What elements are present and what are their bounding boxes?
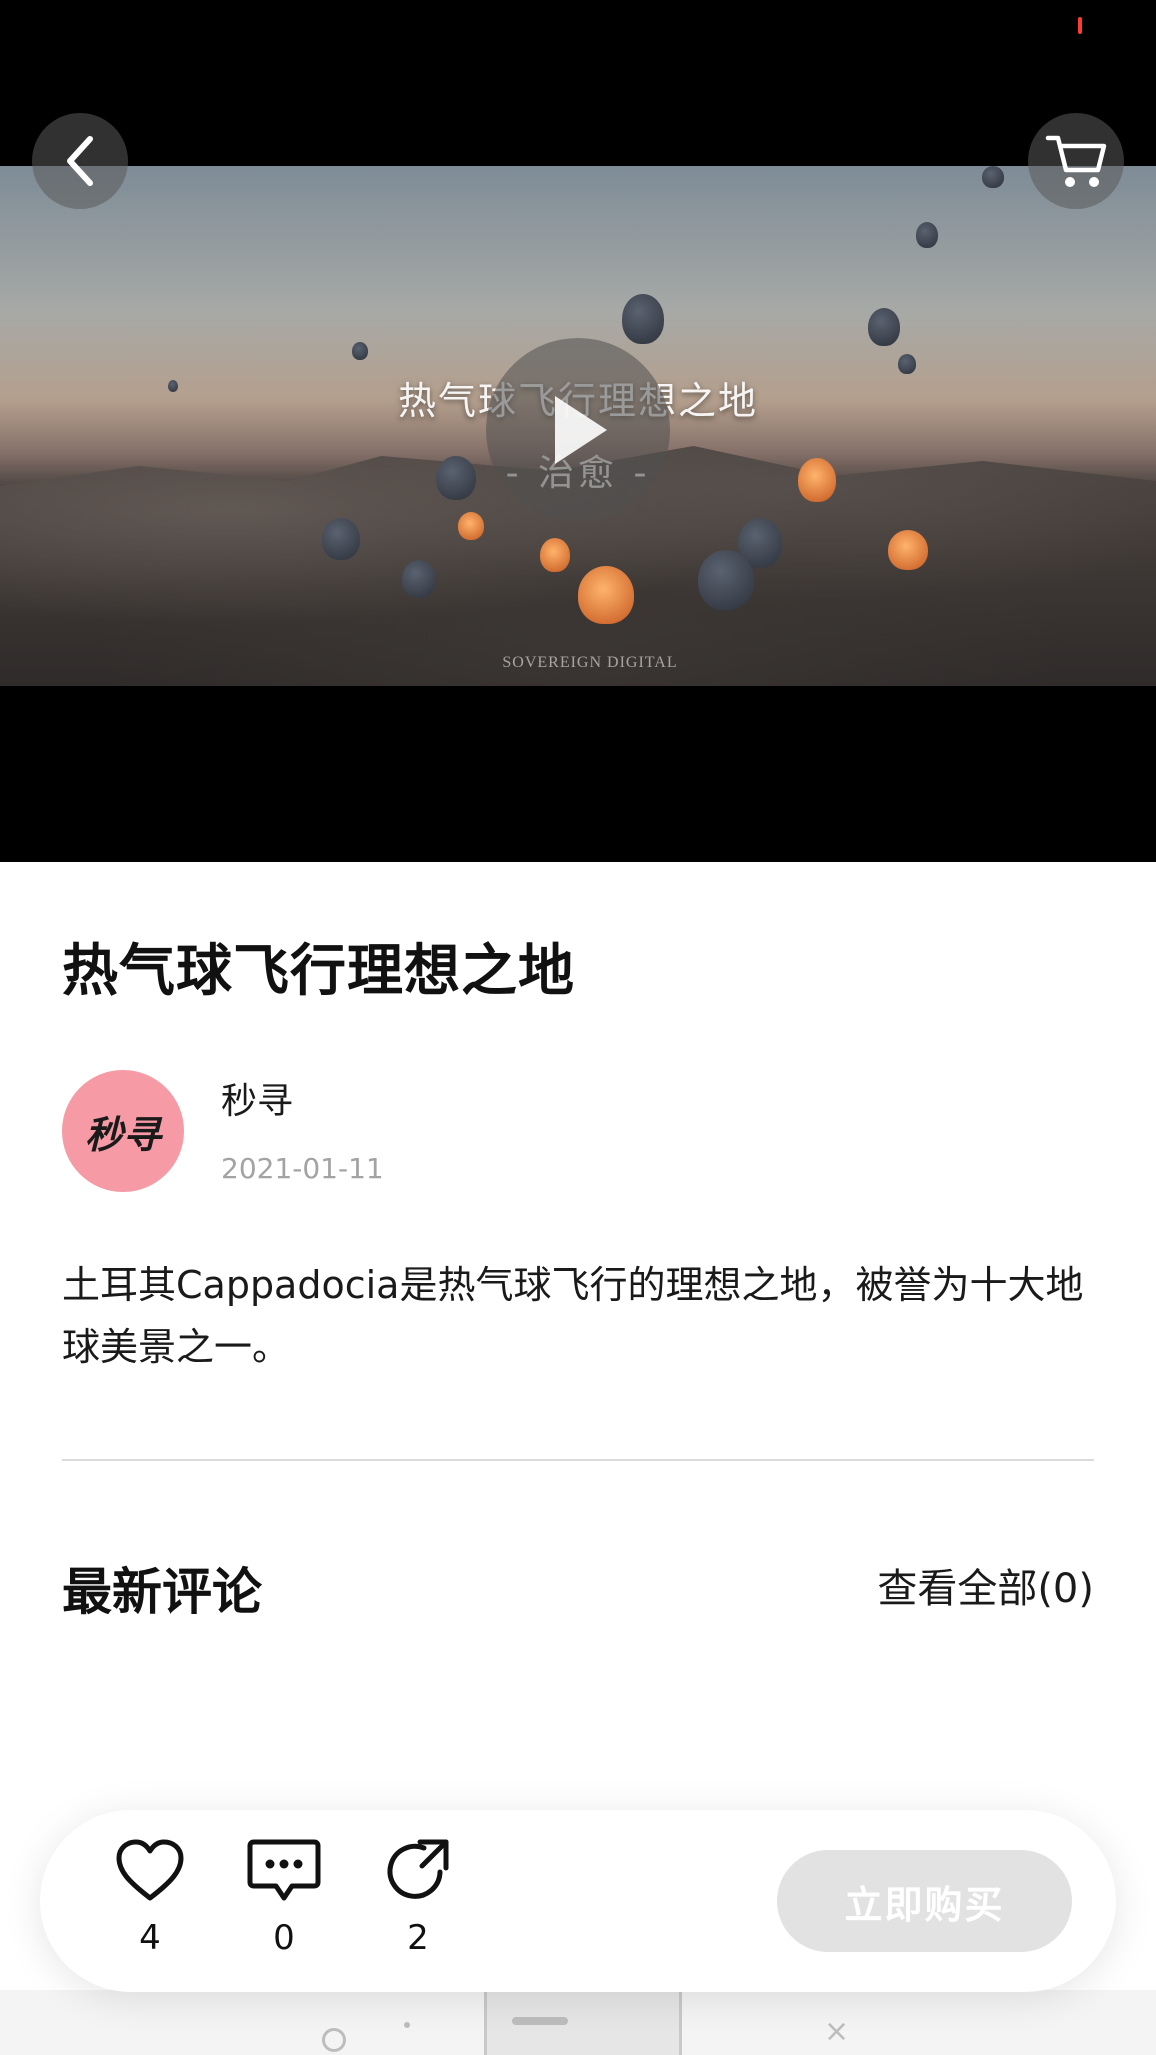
comments-section-title: 最新评论 bbox=[62, 1563, 262, 1621]
view-all-comments-link[interactable]: 查看全部(0) bbox=[877, 1556, 1094, 1614]
comment-count: 0 bbox=[273, 1918, 295, 1958]
status-indicator bbox=[1078, 17, 1082, 34]
buy-now-button[interactable]: 立即购买 bbox=[777, 1850, 1072, 1952]
heart-icon bbox=[116, 1839, 184, 1901]
post-title: 热气球飞行理想之地 bbox=[62, 939, 575, 1004]
balloon bbox=[402, 560, 436, 598]
balloon bbox=[540, 538, 570, 572]
share-count: 2 bbox=[407, 1918, 429, 1958]
chevron-left-icon bbox=[67, 136, 93, 186]
back-button[interactable] bbox=[32, 113, 128, 209]
cart-button[interactable] bbox=[1028, 113, 1124, 209]
post-description: 土耳其Cappadocia是热气球飞行的理想之地，被誉为十大地球美景之一。 bbox=[62, 1263, 1084, 1369]
balloon bbox=[622, 294, 664, 344]
balloon bbox=[458, 512, 484, 540]
video-player[interactable]: 热气球飞行理想之地 - 治愈 - SOVEREIGN DIGITAL bbox=[0, 0, 1156, 862]
author-name[interactable]: 秒寻 bbox=[221, 1072, 293, 1124]
video-watermark: SOVEREIGN DIGITAL bbox=[502, 654, 678, 671]
comment-bubble-icon bbox=[247, 1839, 321, 1901]
action-bar: 4 0 2 立即购买 bbox=[40, 1810, 1116, 1992]
balloon bbox=[868, 308, 900, 346]
peek-bar-icon bbox=[512, 2017, 568, 2025]
balloon bbox=[698, 550, 754, 610]
balloon bbox=[352, 342, 368, 360]
play-button[interactable] bbox=[486, 338, 670, 522]
cart-icon bbox=[1045, 135, 1107, 187]
divider bbox=[62, 1459, 1094, 1461]
share-button[interactable]: 2 bbox=[373, 1838, 463, 1958]
balloon bbox=[888, 530, 928, 570]
balloon bbox=[982, 166, 1004, 188]
like-button[interactable]: 4 bbox=[105, 1838, 195, 1958]
play-icon bbox=[555, 396, 607, 464]
comment-button[interactable]: 0 bbox=[239, 1838, 329, 1958]
balloon bbox=[916, 222, 938, 248]
balloon bbox=[578, 566, 634, 624]
peek-circle-icon bbox=[322, 2028, 346, 2052]
close-icon: × bbox=[824, 2014, 850, 2049]
balloon bbox=[322, 518, 360, 560]
like-count: 4 bbox=[139, 1918, 161, 1958]
share-arrow-icon bbox=[387, 1839, 449, 1899]
author-avatar[interactable]: 秒寻 bbox=[62, 1070, 184, 1192]
peek-dot-icon bbox=[404, 2022, 410, 2028]
post-date: 2021-01-11 bbox=[221, 1152, 384, 1185]
